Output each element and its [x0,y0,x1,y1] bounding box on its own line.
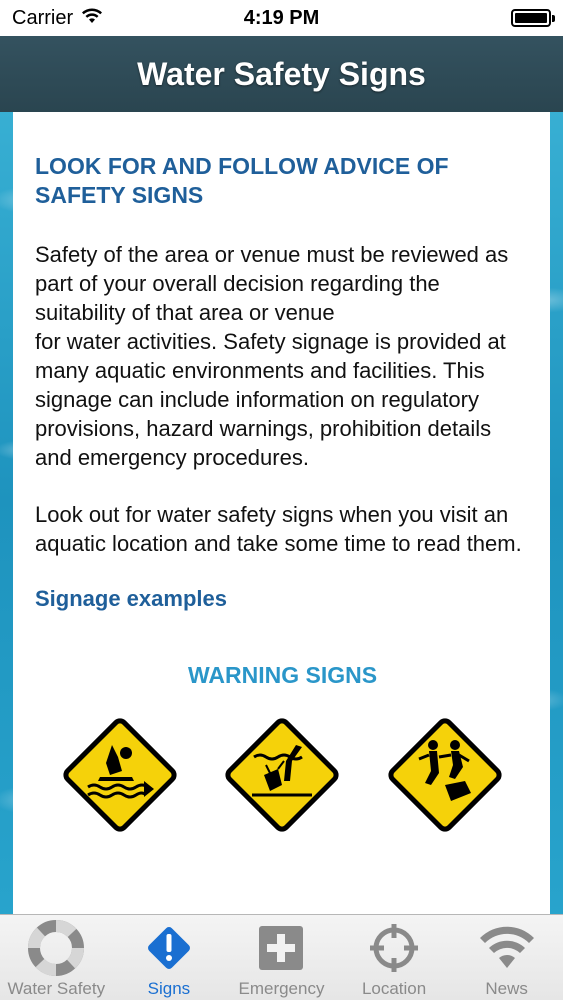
warning-signs-title: WARNING SIGNS [187,662,378,688]
signage-examples-link[interactable]: Signage examples [35,586,530,612]
wifi-status-icon [81,7,103,30]
first-aid-cross-icon [251,919,311,977]
tab-label: Water Safety [7,979,106,998]
status-bar: Carrier 4:19 PM [0,0,563,36]
status-left: Carrier [12,7,103,30]
carrier-label: Carrier [12,6,74,29]
warning-signs-row [35,715,530,835]
tab-label: Signs [147,979,191,998]
tab-location[interactable]: Location [338,915,451,1000]
crosshair-icon [364,919,424,977]
tab-emergency[interactable]: Emergency [225,915,338,1000]
battery-icon [511,9,555,27]
advice-paragraph: Look out for water safety signs when you… [35,502,522,556]
heading-line-2: SAFETY SIGNS [35,182,204,208]
intro-paragraph-part-1: Safety of the area or venue must be revi… [35,242,509,325]
warning-diamond-icon [139,919,199,977]
content-panel[interactable]: LOOK FOR AND FOLLOW ADVICE OF SAFETY SIG… [13,112,550,914]
heading-line-1: LOOK FOR AND FOLLOW ADVICE OF [35,153,449,179]
section-heading: LOOK FOR AND FOLLOW ADVICE OF SAFETY SIG… [35,152,530,210]
submerged-object-warning-sign-icon[interactable] [222,715,342,835]
tab-news[interactable]: News [450,915,563,1000]
wifi-broadcast-icon [477,919,537,977]
slippery-rocks-warning-sign-icon[interactable] [385,715,505,835]
page-title: Water Safety Signs [137,55,426,92]
lifebuoy-icon [26,919,86,977]
tab-signs[interactable]: Signs [113,915,226,1000]
tab-label: Location [361,979,427,998]
intro-paragraph: Safety of the area or venue must be revi… [35,240,530,472]
navigation-bar: Water Safety Signs [0,36,563,112]
tab-bar: Water Safety Signs Emergency Location Ne… [0,914,563,1000]
tab-label: Emergency [238,979,325,998]
intro-paragraph-part-2: for water activities. Safety signage is … [35,329,506,470]
swimmer-warning-sign-icon[interactable] [60,715,180,835]
tab-water-safety[interactable]: Water Safety [0,915,113,1000]
tab-label: News [485,979,528,998]
